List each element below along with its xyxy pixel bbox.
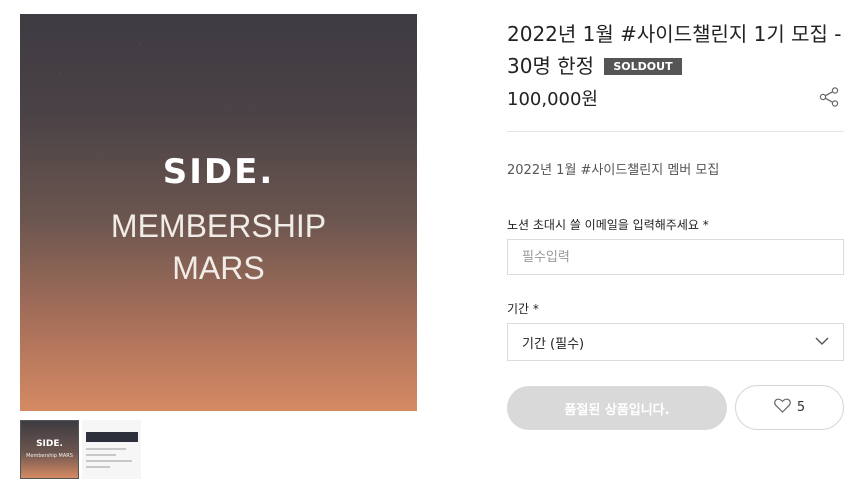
chevron-down-icon — [815, 335, 829, 350]
thumbnail-1[interactable]: SIDE. Membership MARS — [20, 420, 79, 479]
like-button[interactable]: 5 — [735, 385, 844, 430]
divider — [507, 131, 844, 132]
product-main-image: SIDE. MEMBERSHIP MARS — [20, 14, 417, 411]
product-description: 2022년 1월 #사이드챌린지 멤버 모집 — [507, 163, 720, 178]
thumbnail-text: Membership MARS — [26, 453, 73, 459]
period-select[interactable]: 기간 (필수) — [507, 323, 844, 361]
period-field-label: 기간 * — [507, 302, 539, 316]
product-title: 2022년 1월 #사이드챌린지 1기 모집 - 30명 한정 SOLDOUT — [507, 18, 852, 82]
product-page: SIDE. MEMBERSHIP MARS SIDE. Membership M… — [0, 0, 865, 504]
image-line-mars: MARS — [172, 250, 265, 286]
soldout-badge: SOLDOUT — [604, 58, 682, 75]
image-line-membership: MEMBERSHIP — [110, 208, 327, 244]
thumbnail-line — [86, 448, 126, 450]
product-price: 100,000원 — [507, 89, 598, 110]
like-count: 5 — [796, 400, 806, 415]
share-icon[interactable] — [818, 86, 840, 108]
thumbnail-line — [86, 454, 116, 456]
thumbnail-2[interactable] — [82, 420, 141, 479]
thumbnail-line — [86, 460, 132, 462]
thumbnail-brand: SIDE. — [36, 439, 63, 449]
email-field-label: 노션 초대시 쓸 이메일을 입력해주세요 * — [507, 218, 709, 232]
image-brand-text: SIDE. — [162, 152, 275, 192]
thumbnail-line — [86, 466, 110, 468]
soldout-button[interactable]: 품절된 상품입니다. — [507, 386, 727, 430]
thumbnail-banner — [86, 432, 138, 442]
period-selected-value: 기간 (필수) — [522, 336, 585, 352]
email-field[interactable] — [507, 239, 844, 275]
heart-icon — [774, 398, 791, 417]
